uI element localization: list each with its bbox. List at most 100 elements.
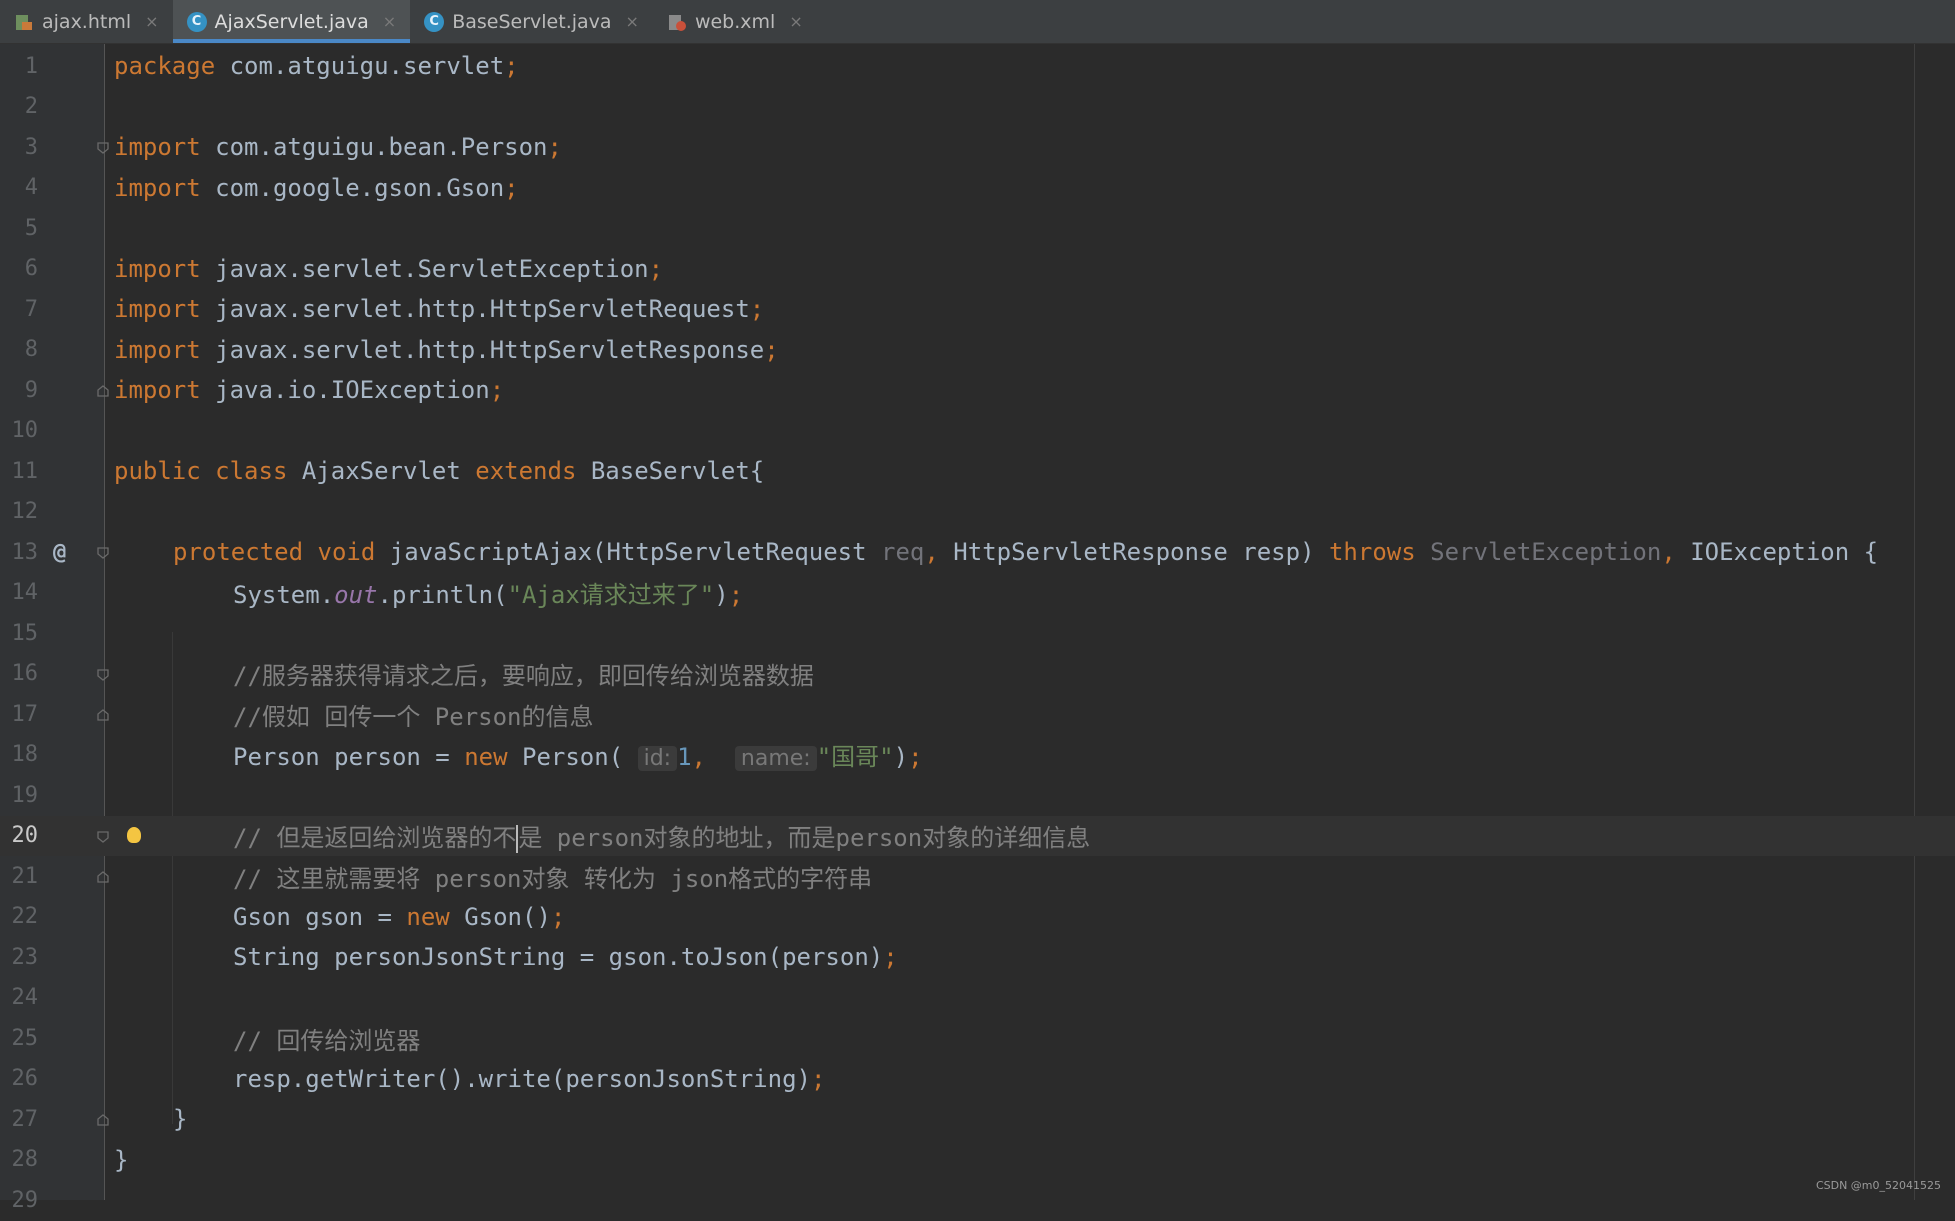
fold-open-icon[interactable] [96,140,110,155]
line-number: 20 [11,823,39,849]
comment-text: // 回传给浏览器 [233,1026,421,1055]
fold-close-icon[interactable] [96,869,110,883]
code-line: 23 String personJsonString = gson.toJson… [0,937,1955,978]
line-number: 25 [11,1025,39,1051]
close-icon[interactable]: × [626,12,639,31]
code-line: 5 [0,208,1955,249]
line-number: 19 [11,782,39,808]
line-number: 23 [11,944,39,970]
line-number: 27 [11,1106,39,1132]
code-text: } [114,1145,129,1174]
code-line: 6 import javax.servlet.ServletException; [0,249,1955,290]
code-text: protected void javaScriptAjax(HttpServle… [173,538,1879,567]
tab-label: BaseServlet.java [452,10,612,33]
tab-label: ajax.html [42,10,132,33]
code-text: import java.io.IOException; [114,376,505,405]
code-line: 8 import javax.servlet.http.HttpServletR… [0,330,1955,371]
fold-close-icon[interactable] [96,383,110,397]
code-line: 13 @ protected void javaScriptAjax(HttpS… [0,532,1955,573]
java-class-icon: C [424,11,445,32]
line-number: 29 [11,1187,39,1213]
parameter-hint: name: [734,746,817,772]
comment-text: //假如 回传一个 Person的信息 [233,702,594,731]
close-icon[interactable]: × [145,12,158,31]
fold-close-icon[interactable] [96,1112,110,1126]
code-line: 27 } [0,1099,1955,1140]
editor-tab-bar: ajax.html × C AjaxServlet.java × C BaseS… [0,0,1955,44]
code-text: Gson gson = new Gson(); [233,902,566,931]
watermark: CSDN @m0_52041525 [1815,1179,1941,1192]
line-number: 15 [11,620,39,646]
code-text: import com.atguigu.bean.Person; [114,133,562,162]
line-number: 24 [11,985,39,1011]
code-line: 7 import javax.servlet.http.HttpServletR… [0,289,1955,330]
code-text: String personJsonString = gson.toJson(pe… [233,943,898,972]
code-line: 21 // 这里就需要将 person对象 转化为 json格式的字符串 [0,856,1955,897]
code-line: 15 [0,613,1955,654]
line-number: 28 [11,1147,39,1173]
code-line: 19 [0,775,1955,816]
line-number: 11 [11,458,39,484]
html-file-icon [14,12,34,32]
line-number: 5 [24,215,38,241]
line-number: 7 [24,296,38,322]
code-line: 10 [0,411,1955,452]
lightbulb-icon[interactable] [127,826,141,843]
line-number: 21 [11,863,39,889]
tab-web-xml[interactable]: web.xml × [653,0,817,43]
code-line: 4 import com.google.gson.Gson; [0,168,1955,209]
code-line: 28 } [0,1140,1955,1181]
code-line: 11 public class AjaxServlet extends Base… [0,451,1955,492]
parameter-hint: id: [637,746,678,772]
java-class-icon: C [186,11,207,32]
line-number: 6 [24,256,38,282]
tab-ajax-html[interactable]: ajax.html × [0,0,173,43]
code-line: 2 [0,87,1955,128]
line-number: 4 [24,175,38,201]
code-text: Person person = new Person( id: 1, name: "… [233,743,923,772]
line-number: 17 [11,701,39,727]
comment-text: //服务器获得请求之后，要响应，即回传给浏览器数据 [233,662,814,691]
code-text: import javax.servlet.ServletException; [114,254,664,283]
fold-open-icon[interactable] [96,545,110,560]
code-text: public class AjaxServlet extends BaseSer… [114,457,765,486]
comment-text: // 这里就需要将 person对象 转化为 json格式的字符串 [233,864,873,893]
code-line: 29 [0,1180,1955,1221]
tab-ajaxservlet-java[interactable]: C AjaxServlet.java × [172,0,411,43]
code-text: resp.getWriter().write(personJsonString)… [233,1064,826,1093]
tab-label: AjaxServlet.java [214,10,369,33]
line-number: 8 [24,337,38,363]
line-number: 14 [11,580,39,606]
fold-open-icon[interactable] [96,829,110,843]
code-line: 16 //服务器获得请求之后，要响应，即回传给浏览器数据 [0,654,1955,695]
code-text: package com.atguigu.servlet; [114,52,519,81]
code-line: 14 System.out.println("Ajax请求过来了"); [0,573,1955,614]
line-number: 13 [11,539,39,565]
code-text: import javax.servlet.http.HttpServletReq… [114,295,765,324]
code-line: 22 Gson gson = new Gson(); [0,897,1955,938]
code-line: 12 [0,492,1955,533]
code-line: 25 // 回传给浏览器 [0,1018,1955,1059]
code-text: System.out.println("Ajax请求过来了"); [233,581,744,610]
code-line: 24 [0,978,1955,1019]
line-number: 1 [24,53,38,79]
comment-text: // 但是返回给浏览器的不是 person对象的地址，而是person对象的详细… [233,824,1091,854]
close-icon[interactable]: × [789,12,802,31]
current-code-line: 20 // 但是返回给浏览器的不是 person对象的地址，而是person对象… [0,815,1955,856]
line-number: 18 [11,742,39,768]
line-number: 2 [24,94,38,120]
fold-close-icon[interactable] [96,707,110,721]
line-number: 22 [11,904,39,930]
override-marker-icon[interactable]: @ [53,540,66,565]
code-line: 1 package com.atguigu.servlet; [0,46,1955,87]
close-icon[interactable]: × [383,12,396,31]
tab-baseservlet-java[interactable]: C BaseServlet.java × [410,0,653,43]
line-number: 26 [11,1066,39,1092]
code-text: import javax.servlet.http.HttpServletRes… [114,335,779,364]
code-line: 18 Person person = new Person( id: 1, nam… [0,735,1955,776]
code-line: 26 resp.getWriter().write(personJsonStri… [0,1059,1955,1100]
code-editor[interactable]: 1 package com.atguigu.servlet; 2 3 impor… [0,44,1955,1213]
fold-open-icon[interactable] [96,667,110,681]
xml-file-icon [667,12,687,32]
line-number: 9 [24,377,38,403]
